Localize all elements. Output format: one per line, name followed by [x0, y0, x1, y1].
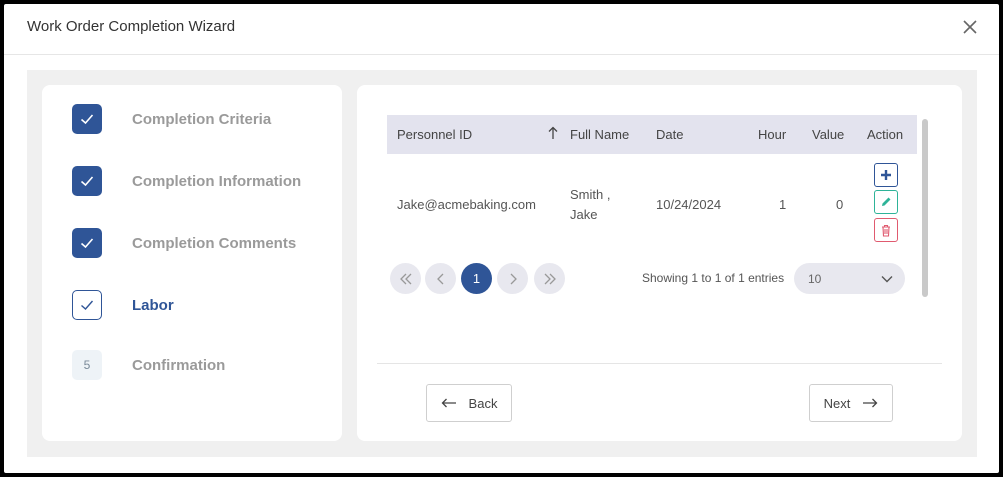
- chevron-right-icon: [510, 273, 517, 284]
- col-action: Action: [867, 127, 904, 142]
- check-icon: [72, 104, 102, 134]
- check-icon: [72, 166, 102, 196]
- trash-icon: [882, 224, 890, 237]
- cell-personnel-id: Jake@acmebaking.com: [397, 197, 536, 212]
- step-label: Completion Criteria: [132, 110, 272, 128]
- add-row-button[interactable]: [874, 163, 898, 187]
- step-label: Confirmation: [132, 356, 226, 374]
- back-button-label: Back: [468, 395, 498, 411]
- back-button[interactable]: Back: [426, 384, 512, 422]
- step-completion-criteria[interactable]: Completion Criteria: [72, 103, 271, 135]
- check-icon: [72, 290, 102, 320]
- scrollbar-thumb[interactable]: [922, 119, 928, 297]
- col-value[interactable]: Value: [812, 127, 844, 142]
- double-chevron-right-icon: [544, 273, 556, 284]
- edit-row-button[interactable]: [874, 190, 898, 214]
- table-scrollbar[interactable]: [920, 115, 930, 300]
- step-completion-comments[interactable]: Completion Comments: [72, 227, 296, 259]
- page-size-select[interactable]: 10: [794, 263, 905, 294]
- page-size-value: 10: [808, 272, 822, 286]
- close-button[interactable]: [959, 16, 981, 38]
- arrow-up-icon[interactable]: [548, 126, 558, 143]
- wizard-steps: Completion Criteria Completion Informati…: [42, 85, 342, 441]
- delete-row-button[interactable]: [874, 218, 898, 242]
- col-hour[interactable]: Hour: [758, 127, 786, 142]
- table-header: Personnel ID Full Name Date Hour Value A…: [387, 115, 917, 154]
- double-chevron-left-icon: [399, 273, 411, 284]
- chevron-left-icon: [436, 273, 443, 284]
- labor-panel: Personnel ID Full Name Date Hour Value A…: [357, 85, 962, 441]
- dialog-header: Work Order Completion Wizard: [4, 4, 999, 55]
- arrow-left-icon: [441, 398, 456, 408]
- col-personnel-id[interactable]: Personnel ID: [397, 127, 472, 142]
- cell-hour: 1: [779, 197, 787, 212]
- table-row: Jake@acmebaking.com Smith , Jake 10/24/2…: [387, 155, 917, 247]
- step-number: 5: [72, 350, 102, 380]
- last-page-button[interactable]: [534, 263, 565, 294]
- step-label: Completion Information: [132, 172, 302, 190]
- chevron-down-icon: [881, 272, 893, 286]
- step-label: Completion Comments: [132, 234, 297, 252]
- check-icon: [72, 228, 102, 258]
- plus-icon: [881, 170, 891, 180]
- cell-full-name-line1: Smith ,: [570, 187, 611, 202]
- next-button-label: Next: [823, 395, 851, 411]
- footer-divider: [377, 363, 942, 364]
- page-1-button[interactable]: 1: [461, 263, 492, 294]
- step-completion-information[interactable]: Completion Information: [72, 165, 301, 197]
- next-page-button[interactable]: [497, 263, 528, 294]
- wizard-dialog: Work Order Completion Wizard Completion …: [4, 4, 999, 473]
- col-full-name[interactable]: Full Name: [570, 127, 629, 142]
- pencil-icon: [882, 197, 891, 206]
- close-icon: [963, 20, 977, 34]
- dialog-body: Completion Criteria Completion Informati…: [27, 70, 977, 457]
- prev-page-button[interactable]: [425, 263, 456, 294]
- dialog-title: Work Order Completion Wizard: [27, 18, 236, 35]
- cell-date: 10/24/2024: [656, 197, 722, 212]
- col-date[interactable]: Date: [656, 127, 683, 142]
- first-page-button[interactable]: [390, 263, 421, 294]
- step-confirmation[interactable]: 5 Confirmation: [72, 349, 225, 381]
- next-button[interactable]: Next: [809, 384, 893, 422]
- cell-value: 0: [836, 197, 844, 212]
- entries-info: Showing 1 to 1 of 1 entries: [642, 271, 785, 285]
- arrow-right-icon: [863, 398, 878, 408]
- step-label: Labor: [132, 296, 174, 314]
- cell-full-name-line2: Jake: [570, 207, 598, 222]
- step-labor[interactable]: Labor: [72, 289, 174, 321]
